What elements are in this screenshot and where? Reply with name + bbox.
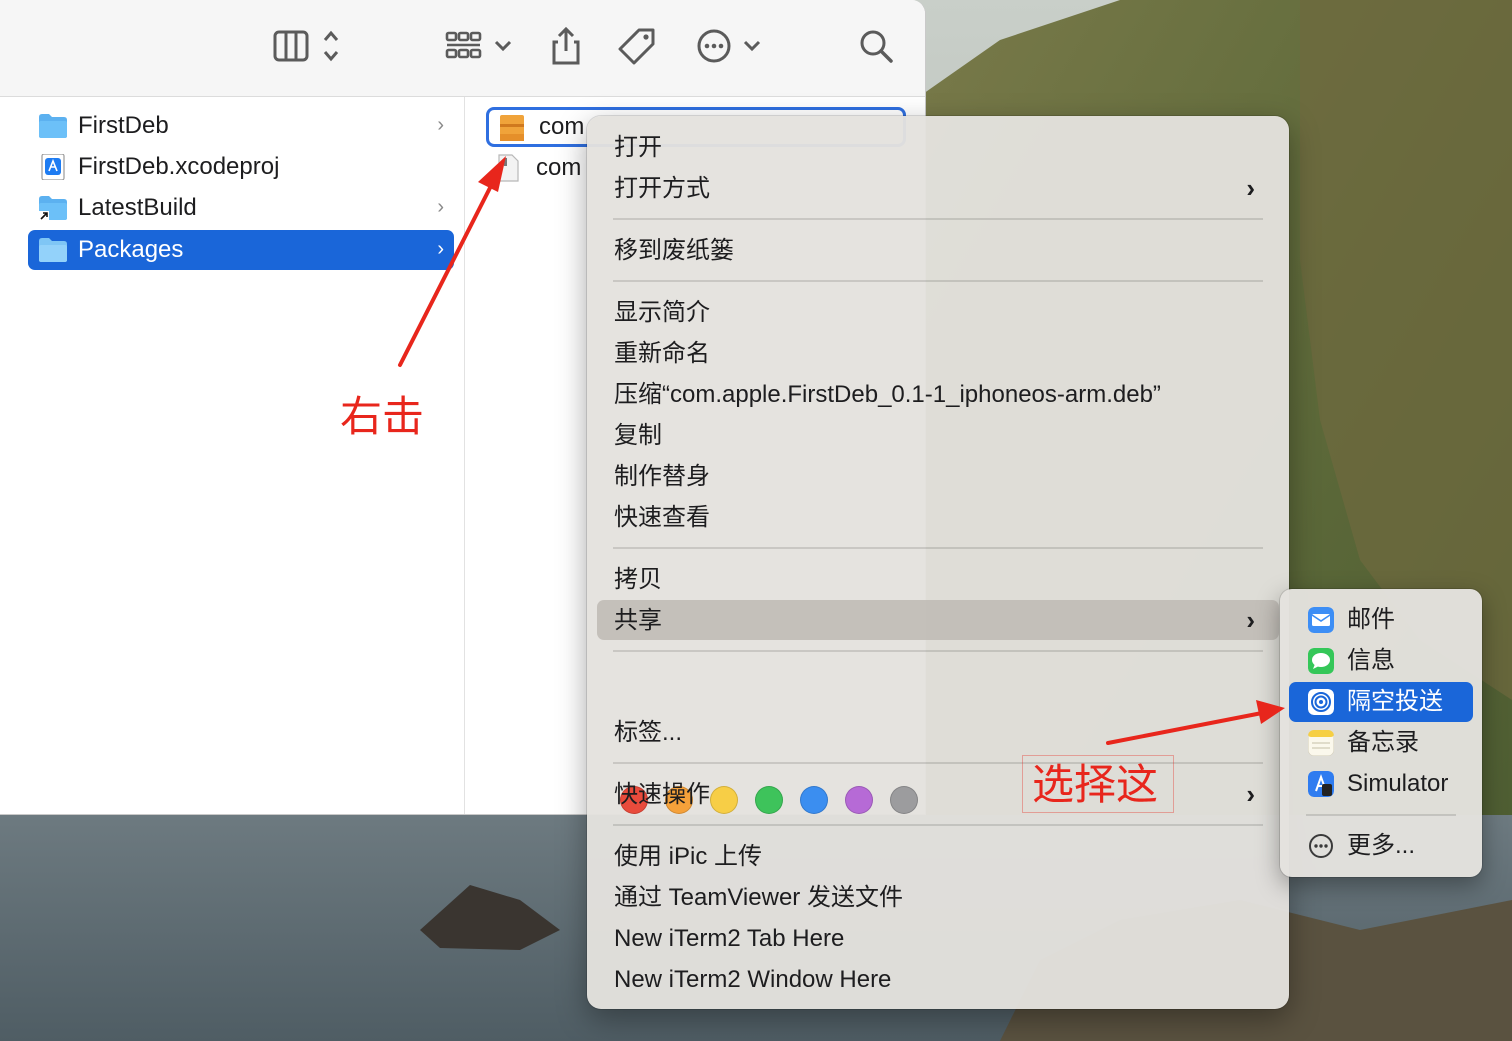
list-item-latestbuild[interactable]: LatestBuild › xyxy=(28,188,454,228)
menu-item-open[interactable]: 打开 xyxy=(597,127,1279,167)
menu-separator xyxy=(1306,814,1456,816)
view-grid-icon[interactable] xyxy=(442,24,516,68)
chevron-right-icon: › xyxy=(1246,173,1255,203)
menu-item-ipic-upload[interactable]: 使用 iPic 上传 xyxy=(597,836,1279,876)
airdrop-icon xyxy=(1308,689,1334,715)
share-icon[interactable] xyxy=(546,24,586,68)
menu-item-make-alias[interactable]: 制作替身 xyxy=(597,456,1279,496)
notes-icon xyxy=(1308,730,1334,756)
menu-separator xyxy=(613,824,1263,826)
menu-separator xyxy=(613,650,1263,652)
mail-icon xyxy=(1308,607,1334,633)
share-item-label: 更多... xyxy=(1347,832,1416,859)
share-item-notes[interactable]: 备忘录 xyxy=(1289,723,1473,763)
finder-toolbar xyxy=(0,0,925,97)
share-item-mail[interactable]: 邮件 xyxy=(1289,600,1473,640)
context-menu: 打开 打开方式 › 移到废纸篓 显示简介 重新命名 压缩“com.apple.Fi… xyxy=(587,116,1289,1009)
simulator-icon xyxy=(1308,771,1334,797)
xcodeproj-icon xyxy=(41,154,65,180)
menu-item-move-to-trash[interactable]: 移到废纸篓 xyxy=(597,230,1279,270)
menu-item-label: 打开方式 xyxy=(614,175,710,202)
item-label: FirstDeb.xcodeproj xyxy=(78,153,280,180)
share-submenu: 邮件 信息 隔空投送 备忘录 Simulator 更多... xyxy=(1280,589,1482,877)
menu-item-quick-actions[interactable]: 快速操作 › xyxy=(597,774,1279,814)
menu-item-label: 复制 xyxy=(614,422,662,449)
share-item-label: 备忘录 xyxy=(1347,729,1419,756)
list-item-firstdeb[interactable]: FirstDeb › xyxy=(28,106,454,146)
share-item-label: Simulator xyxy=(1347,770,1449,797)
menu-item-compress[interactable]: 压缩“com.apple.FirstDeb_0.1-1_iphoneos-arm… xyxy=(597,374,1279,414)
chevron-right-icon: › xyxy=(437,114,444,136)
share-item-label: 隔空投送 xyxy=(1347,688,1443,715)
menu-item-iterm-tab[interactable]: New iTerm2 Tab Here xyxy=(597,918,1279,958)
menu-item-quick-look[interactable]: 快速查看 xyxy=(597,497,1279,537)
menu-item-get-info[interactable]: 显示简介 xyxy=(597,292,1279,332)
share-item-airdrop[interactable]: 隔空投送 xyxy=(1289,682,1473,722)
menu-item-share[interactable]: 共享 › xyxy=(597,600,1279,640)
share-item-more[interactable]: 更多... xyxy=(1289,826,1473,866)
menu-item-iterm-window[interactable]: New iTerm2 Window Here xyxy=(597,959,1279,999)
menu-item-label: 共享 xyxy=(614,607,662,634)
more-icon[interactable] xyxy=(695,24,765,68)
item-label: FirstDeb xyxy=(78,112,169,139)
folder-icon xyxy=(39,238,67,262)
item-label: Packages xyxy=(78,236,184,263)
menu-item-label: 拷贝 xyxy=(614,566,662,593)
menu-item-rename[interactable]: 重新命名 xyxy=(597,333,1279,373)
document-icon xyxy=(498,154,519,182)
menu-item-label: 显示简介 xyxy=(614,299,710,326)
menu-item-copy[interactable]: 拷贝 xyxy=(597,559,1279,599)
chevron-right-icon: › xyxy=(1246,605,1255,635)
chevron-right-icon: › xyxy=(437,196,444,218)
finder-column-1: FirstDeb › FirstDeb.xcodeproj LatestBuil… xyxy=(8,97,465,814)
chevron-right-icon: › xyxy=(437,238,444,260)
file-name-input[interactable]: com xyxy=(539,114,584,140)
menu-separator xyxy=(613,280,1263,282)
share-item-messages[interactable]: 信息 xyxy=(1289,641,1473,681)
item-label: LatestBuild xyxy=(78,194,197,221)
menu-item-duplicate[interactable]: 复制 xyxy=(597,415,1279,455)
menu-item-label: New iTerm2 Tab Here xyxy=(614,925,845,952)
menu-item-label: 使用 iPic 上传 xyxy=(614,843,763,870)
messages-icon xyxy=(1308,648,1334,674)
share-item-simulator[interactable]: Simulator xyxy=(1289,764,1473,804)
menu-item-label: 重新命名 xyxy=(614,340,710,367)
deb-package-icon xyxy=(500,115,524,141)
menu-item-label: 制作替身 xyxy=(614,463,710,490)
menu-item-label: 通过 TeamViewer 发送文件 xyxy=(614,884,903,911)
folder-icon xyxy=(39,114,67,138)
share-item-label: 邮件 xyxy=(1347,606,1395,633)
annotation-right-click: 右击 xyxy=(340,392,425,441)
chevron-right-icon: › xyxy=(1246,779,1255,809)
menu-item-open-with[interactable]: 打开方式 › xyxy=(597,168,1279,208)
list-item-xcodeproj[interactable]: FirstDeb.xcodeproj xyxy=(28,147,454,187)
sidebar-toggle-icon[interactable] xyxy=(270,24,350,68)
menu-item-label: 压缩“com.apple.FirstDeb_0.1-1_iphoneos-arm… xyxy=(614,381,1161,408)
menu-separator xyxy=(613,218,1263,220)
annotation-select-this: 选择这 xyxy=(1032,760,1159,809)
menu-item-label: 移到废纸篓 xyxy=(614,237,734,264)
alias-folder-icon xyxy=(39,196,67,221)
menu-item-teamviewer-send[interactable]: 通过 TeamViewer 发送文件 xyxy=(597,877,1279,917)
file-name: com xyxy=(536,154,582,181)
menu-item-label: 标签... xyxy=(614,719,683,746)
menu-item-label: 打开 xyxy=(614,134,662,161)
menu-item-label: 快速查看 xyxy=(614,504,710,531)
share-item-label: 信息 xyxy=(1347,647,1395,674)
menu-item-label: 快速操作 xyxy=(614,781,710,808)
list-item-packages[interactable]: Packages › xyxy=(28,230,454,270)
menu-item-tags[interactable]: 标签... xyxy=(597,712,1279,752)
tag-icon[interactable] xyxy=(617,24,657,68)
more-circle-icon xyxy=(1309,834,1333,858)
menu-item-label: New iTerm2 Window Here xyxy=(614,966,892,993)
menu-separator xyxy=(613,547,1263,549)
search-icon[interactable] xyxy=(856,24,896,68)
